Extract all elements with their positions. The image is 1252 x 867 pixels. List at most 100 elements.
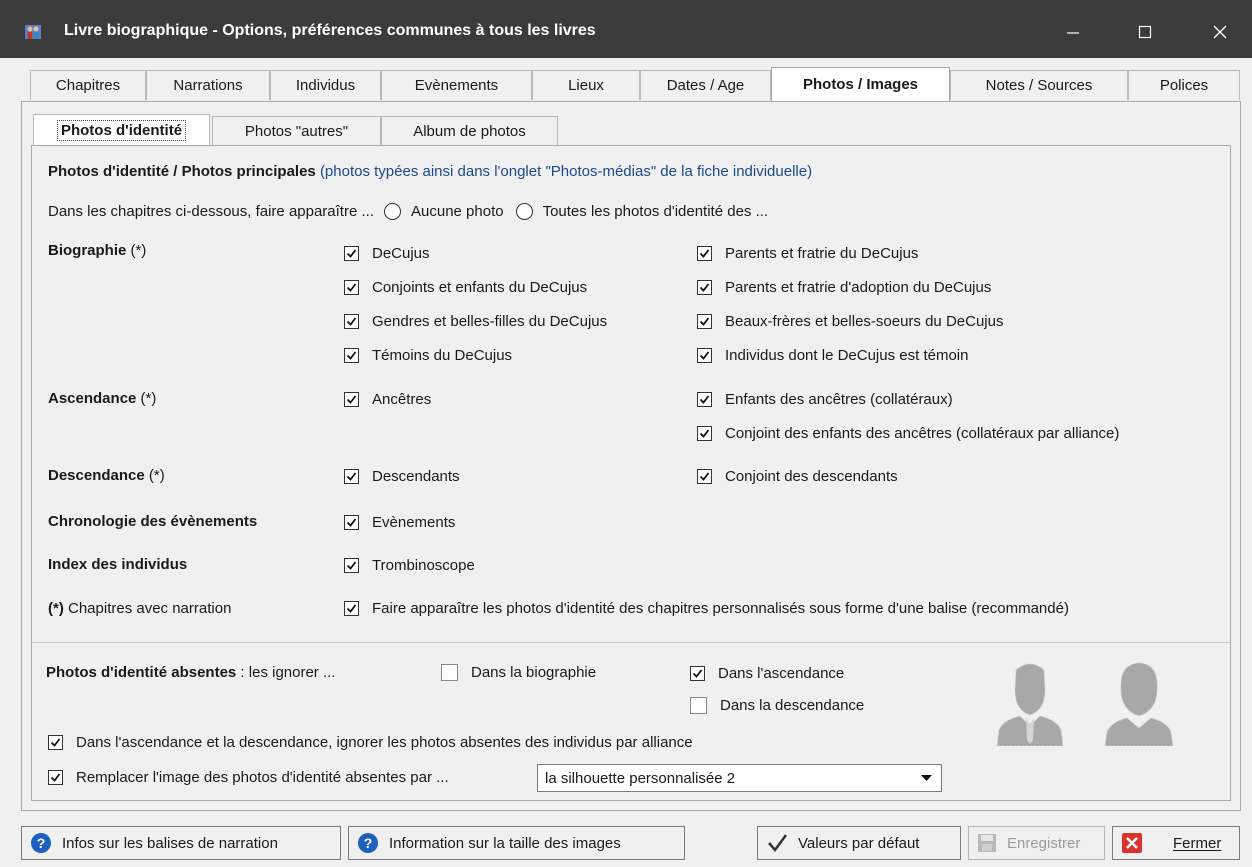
check-beaux-freres[interactable]: Beaux-frères et belles-soeurs du DeCujus — [697, 313, 1003, 330]
subtab-album[interactable]: Album de photos — [381, 116, 558, 146]
check-absent-descendance[interactable]: Dans la descendance — [690, 697, 864, 714]
chevron-down-icon — [921, 775, 932, 781]
minimize-button[interactable] — [1050, 12, 1096, 52]
checkbox-label: Parents et fratrie du DeCujus — [725, 245, 919, 262]
help-icon: ? — [358, 833, 378, 853]
section-note: (photos typées ainsi dans l'onglet "Phot… — [319, 163, 813, 180]
tab-lieux[interactable]: Lieux — [532, 70, 640, 100]
checkbox-checked[interactable] — [344, 348, 359, 363]
tab-photos-images[interactable]: Photos / Images — [771, 67, 950, 101]
checkbox-checked[interactable] — [344, 515, 359, 530]
checkbox-checked[interactable] — [697, 469, 712, 484]
checkbox-label: Trombinoscope — [372, 557, 475, 574]
label-text: Biographie — [48, 242, 127, 259]
tab-label: Notes / Sources — [985, 77, 1093, 94]
check-absent-replace[interactable]: Remplacer l'image des photos d'identité … — [48, 769, 449, 786]
close-button[interactable]: Fermer — [1112, 826, 1240, 860]
tab-dates-age[interactable]: Dates / Age — [640, 70, 771, 100]
title-bar: Livre biographique - Options, préférence… — [0, 0, 1252, 58]
defaults-button[interactable]: Valeurs par défaut — [757, 826, 961, 860]
checkbox-label: Beaux-frères et belles-soeurs du DeCujus — [725, 313, 1004, 330]
tab-label: Evènements — [414, 77, 499, 94]
display-mode-row: Dans les chapitres ci-dessous, faire app… — [48, 203, 768, 220]
check-trombinoscope[interactable]: Trombinoscope — [344, 557, 475, 574]
check-ancetres[interactable]: Ancêtres — [344, 391, 431, 408]
check-enfants-ancetres[interactable]: Enfants des ancêtres (collatéraux) — [697, 391, 953, 408]
checkbox-checked[interactable] — [344, 280, 359, 295]
checkbox-label: Conjoint des descendants — [725, 468, 898, 485]
checkbox-checked[interactable] — [697, 426, 712, 441]
check-conjoint-descendants[interactable]: Conjoint des descendants — [697, 468, 898, 485]
radio-aucune-photo-label: Aucune photo — [411, 203, 504, 220]
checkbox-checked[interactable] — [344, 601, 359, 616]
check-gendres[interactable]: Gendres et belles-filles du DeCujus — [344, 313, 607, 330]
check-temoins[interactable]: Témoins du DeCujus — [344, 347, 512, 364]
checkbox-checked[interactable] — [344, 392, 359, 407]
checkbox-label: Dans l'ascendance et la descendance, ign… — [76, 734, 693, 751]
checkbox-unchecked[interactable] — [690, 697, 707, 714]
subtab-label: Photos "autres" — [244, 123, 349, 140]
checkbox-label: DeCujus — [372, 245, 430, 262]
divider — [32, 642, 1230, 643]
checkbox-checked[interactable] — [344, 314, 359, 329]
tab-narrations[interactable]: Narrations — [146, 70, 270, 100]
checkbox-label: Individus dont le DeCujus est témoin — [725, 347, 969, 364]
checkmark-icon — [768, 834, 788, 853]
checkbox-checked[interactable] — [697, 246, 712, 261]
checkbox-checked[interactable] — [344, 469, 359, 484]
checkbox-checked[interactable] — [697, 392, 712, 407]
silhouette-select-value: la silhouette personnalisée 2 — [545, 769, 736, 787]
button-label: Fermer — [1173, 834, 1222, 852]
checkbox-checked[interactable] — [697, 348, 712, 363]
info-taille-button[interactable]: ? Information sur la taille des images — [348, 826, 685, 860]
label-descendance: Descendance (*) — [48, 467, 165, 484]
save-icon — [978, 834, 996, 852]
checkbox-checked[interactable] — [690, 666, 705, 681]
tab-polices[interactable]: Polices — [1128, 70, 1240, 100]
check-evenements[interactable]: Evènements — [344, 514, 455, 531]
infos-balises-button[interactable]: ? Infos sur les balises de narration — [21, 826, 341, 860]
maximize-button[interactable] — [1122, 12, 1168, 52]
label-suffix: (*) — [140, 390, 157, 407]
silhouette-select[interactable]: la silhouette personnalisée 2 — [537, 764, 942, 792]
check-absent-alliance[interactable]: Dans l'ascendance et la descendance, ign… — [48, 734, 693, 751]
checkbox-checked[interactable] — [48, 735, 63, 750]
label-prefix: (*) — [48, 600, 64, 617]
close-icon — [1122, 833, 1142, 853]
checkbox-label: Ancêtres — [372, 391, 432, 408]
tab-label: Narrations — [173, 77, 243, 94]
tab-notes-sources[interactable]: Notes / Sources — [950, 70, 1128, 100]
check-conjoints[interactable]: Conjoints et enfants du DeCujus — [344, 279, 587, 296]
radio-aucune-photo[interactable] — [384, 203, 401, 220]
save-button[interactable]: Enregistrer — [968, 826, 1105, 860]
checkbox-label: Conjoint des enfants des ancêtres (colla… — [725, 425, 1120, 442]
check-absent-biographie[interactable]: Dans la biographie — [441, 664, 596, 681]
button-label: Information sur la taille des images — [389, 834, 621, 852]
close-window-button[interactable] — [1197, 12, 1243, 52]
check-descendants[interactable]: Descendants — [344, 468, 460, 485]
checkbox-checked[interactable] — [697, 280, 712, 295]
check-individus-temoin[interactable]: Individus dont le DeCujus est témoin — [697, 347, 968, 364]
subtab-photos-autres[interactable]: Photos "autres" — [212, 116, 381, 146]
checkbox-checked[interactable] — [697, 314, 712, 329]
check-parents-adoption[interactable]: Parents et fratrie d'adoption du DeCujus — [697, 279, 991, 296]
label-text: Chapitres avec narration — [68, 600, 232, 617]
tab-chapitres[interactable]: Chapitres — [30, 70, 146, 100]
checkbox-checked[interactable] — [344, 558, 359, 573]
subtab-photos-identite[interactable]: Photos d'identité — [33, 114, 210, 146]
tab-evenements[interactable]: Evènements — [381, 70, 532, 100]
check-conjoint-enfants-ancetres[interactable]: Conjoint des enfants des ancêtres (colla… — [697, 425, 1119, 442]
checkbox-checked[interactable] — [344, 246, 359, 261]
absent-label: Photos d'identité absentes : les ignorer… — [46, 664, 335, 681]
checkbox-checked[interactable] — [48, 770, 63, 785]
checkbox-label: Dans la biographie — [471, 664, 597, 681]
label-suffix: (*) — [130, 242, 147, 259]
check-narration-balise[interactable]: Faire apparaître les photos d'identité d… — [344, 600, 1069, 617]
check-decujus[interactable]: DeCujus — [344, 245, 430, 262]
tab-individus[interactable]: Individus — [270, 70, 381, 100]
check-parents[interactable]: Parents et fratrie du DeCujus — [697, 245, 918, 262]
checkbox-unchecked[interactable] — [441, 664, 458, 681]
label-biographie: Biographie (*) — [48, 242, 146, 259]
check-absent-ascendance[interactable]: Dans l'ascendance — [690, 665, 844, 682]
radio-toutes-photos[interactable] — [515, 203, 533, 220]
